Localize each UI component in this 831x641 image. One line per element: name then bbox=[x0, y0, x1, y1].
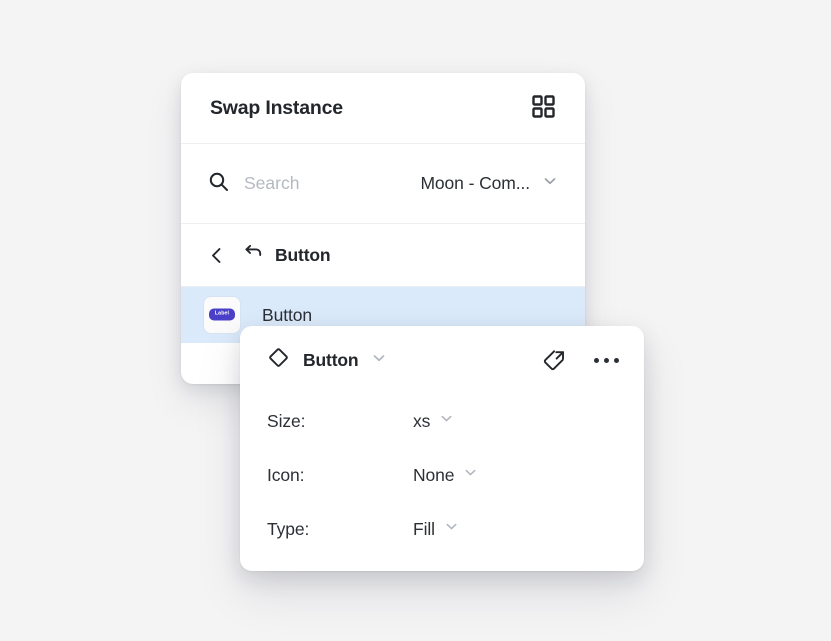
list-item-label: Button bbox=[262, 304, 312, 325]
chevron-down-icon bbox=[463, 465, 478, 485]
ellipsis-dot bbox=[604, 357, 609, 363]
chevron-down-icon bbox=[371, 350, 387, 371]
property-value-dropdown-type[interactable]: Fill bbox=[413, 519, 459, 540]
go-to-main-component-icon[interactable] bbox=[541, 347, 568, 374]
property-label: Size: bbox=[267, 410, 306, 431]
property-row-icon: Icon: None bbox=[240, 448, 644, 502]
property-value-dropdown-icon[interactable]: None bbox=[413, 465, 478, 486]
library-select[interactable]: Moon - Com... bbox=[420, 173, 558, 194]
component-thumbnail: Label bbox=[204, 297, 240, 333]
breadcrumb: Button bbox=[181, 224, 585, 287]
breadcrumb-label: Button bbox=[275, 244, 331, 265]
property-row-size: Size: xs bbox=[240, 394, 644, 448]
instance-properties-popover: Button Size: xs Icon: None Type: Fill bbox=[240, 326, 644, 571]
component-selector[interactable]: Button bbox=[267, 346, 387, 374]
popover-actions bbox=[541, 347, 619, 374]
ellipsis-dot bbox=[594, 357, 599, 363]
property-value-dropdown-size[interactable]: xs bbox=[413, 411, 454, 432]
property-label: Icon: bbox=[267, 464, 305, 485]
return-arrow-icon bbox=[244, 243, 263, 267]
search-input[interactable] bbox=[244, 173, 366, 194]
chevron-down-icon bbox=[444, 519, 459, 539]
page-title: Swap Instance bbox=[210, 96, 343, 119]
grid-2x2-icon[interactable] bbox=[530, 93, 556, 124]
search-row: Moon - Com... bbox=[181, 144, 585, 224]
ellipsis-icon[interactable] bbox=[594, 354, 619, 367]
property-value: None bbox=[413, 464, 455, 485]
swap-panel-header: Swap Instance bbox=[181, 73, 585, 144]
thumbnail-pill-label: Label bbox=[208, 308, 236, 321]
property-value: Fill bbox=[413, 518, 435, 539]
property-label: Type: bbox=[267, 518, 310, 539]
breadcrumb-current[interactable]: Button bbox=[244, 243, 331, 267]
chevron-left-icon[interactable] bbox=[208, 246, 225, 265]
ellipsis-dot bbox=[614, 357, 619, 363]
property-value: xs bbox=[413, 410, 431, 431]
popover-header: Button bbox=[240, 326, 644, 394]
component-name: Button bbox=[303, 349, 359, 370]
chevron-down-icon bbox=[542, 173, 558, 194]
diamond-component-icon bbox=[267, 346, 290, 374]
screen-root: Swap Instance Search Moon - Com... Butto… bbox=[0, 0, 831, 641]
library-select-label: Moon - Com... bbox=[420, 173, 530, 193]
search-field-group bbox=[208, 171, 366, 197]
chevron-down-icon bbox=[439, 411, 454, 431]
search-icon bbox=[208, 171, 229, 197]
property-row-type: Type: Fill bbox=[240, 502, 644, 556]
